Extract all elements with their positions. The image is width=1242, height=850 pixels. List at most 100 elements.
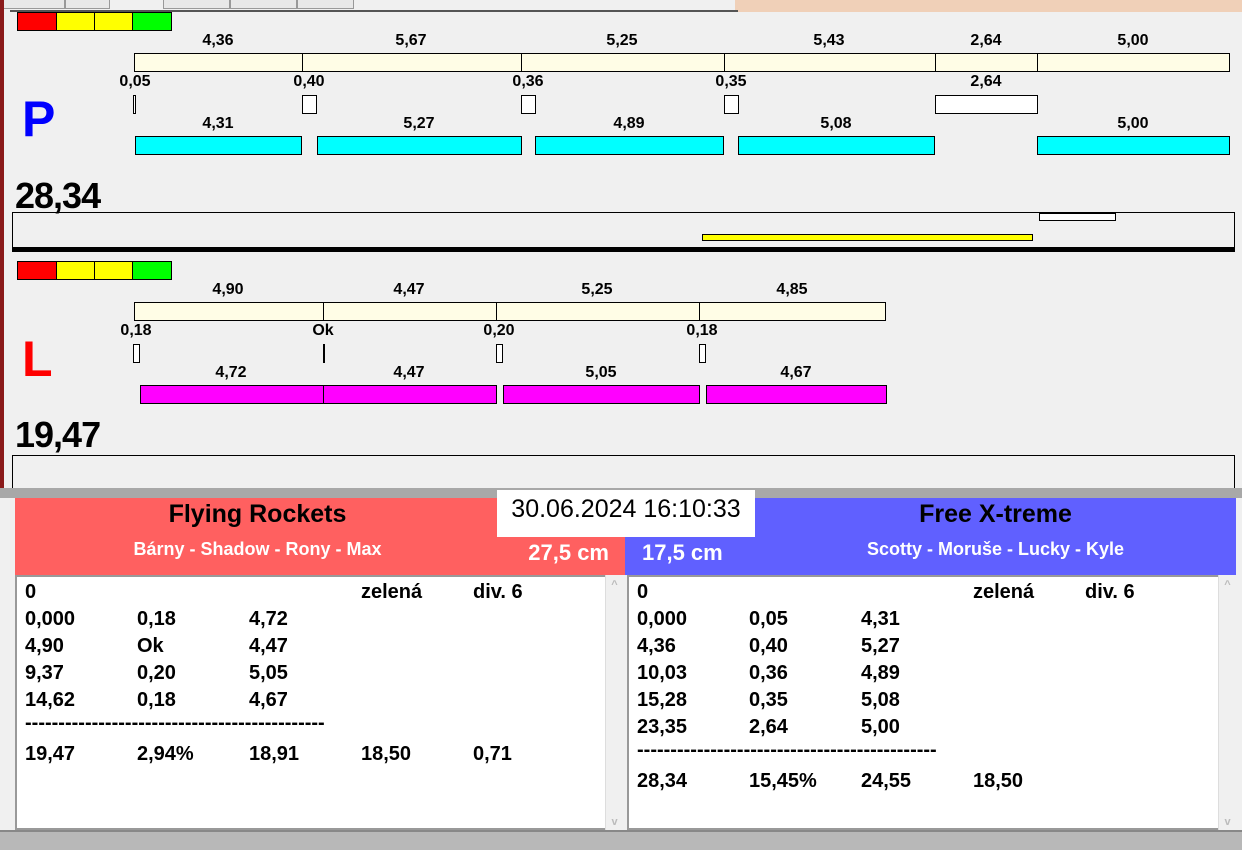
- p-top-segment: [134, 53, 303, 72]
- p-lane-letter: P: [22, 91, 56, 147]
- l-top-label: 5,25: [581, 281, 613, 298]
- result-cell: 18,91: [249, 743, 300, 765]
- l-gap-label: Ok: [312, 322, 334, 339]
- result-cell: 0,71: [473, 743, 512, 765]
- result-cell: 2,64: [749, 716, 788, 738]
- p-top-segment: [302, 53, 522, 72]
- result-cell: zelená: [973, 581, 1035, 603]
- result-cell: ----------------------------------------…: [25, 712, 325, 734]
- result-cell: 15,28: [637, 689, 688, 711]
- result-cell: 0,40: [749, 635, 788, 657]
- tab[interactable]: [65, 0, 110, 9]
- p-gap-box: [724, 95, 739, 114]
- p-top-label: 2,64: [970, 32, 1002, 49]
- result-cell: 0,05: [749, 608, 788, 630]
- result-cell: 4,47: [249, 635, 288, 657]
- result-cell: zelená: [361, 581, 423, 603]
- p-top-label: 5,00: [1117, 32, 1149, 49]
- tab[interactable]: [163, 0, 230, 9]
- result-cell: 28,34: [637, 770, 688, 792]
- result-cell: 5,05: [249, 662, 288, 684]
- l-run-bar: [503, 385, 700, 404]
- result-cell: 9,37: [25, 662, 64, 684]
- result-cell: Ok: [137, 635, 164, 657]
- result-cell: 5,00: [861, 716, 900, 738]
- result-cell: 4,90: [25, 635, 64, 657]
- result-cell: 23,35: [637, 716, 688, 738]
- result-cell: 0,000: [637, 608, 688, 630]
- p-bottom-label: 4,31: [202, 115, 234, 132]
- right-team-height: 17,5 cm: [642, 540, 723, 565]
- tab[interactable]: [230, 0, 297, 9]
- p-top-segment: [935, 53, 1038, 72]
- p-top-label: 5,25: [606, 32, 638, 49]
- left-team-height: 27,5 cm: [528, 540, 609, 565]
- result-cell: ----------------------------------------…: [637, 739, 937, 761]
- lane-divider: [12, 247, 1235, 252]
- l-gap-label: 0,18: [120, 322, 152, 339]
- l-bottom-label: 4,67: [780, 364, 812, 381]
- result-cell: 2,94%: [137, 743, 194, 765]
- p-gap-label: 0,40: [293, 73, 325, 90]
- p-gap-box: [133, 95, 136, 114]
- result-cell: 0: [25, 581, 37, 603]
- result-cell: 4,36: [637, 635, 676, 657]
- p-run-bar: [317, 136, 522, 155]
- p-top-segment: [1037, 53, 1230, 72]
- result-cell: 4,67: [249, 689, 288, 711]
- l-top-label: 4,90: [212, 281, 244, 298]
- result-cell: 14,62: [25, 689, 76, 711]
- left-team-members: Bárny - Shadow - Rony - Max: [133, 539, 382, 559]
- p-top-label: 5,67: [395, 32, 427, 49]
- p-gap-box: [521, 95, 536, 114]
- datetime: 30.06.2024 16:10:33: [497, 490, 755, 537]
- result-cell: 15,45%: [749, 770, 817, 792]
- p-run-bar: [535, 136, 724, 155]
- p-top-segment: [521, 53, 725, 72]
- header-strip: [735, 0, 1242, 12]
- l-gap-box: [699, 344, 706, 363]
- tab[interactable]: [0, 0, 65, 9]
- result-cell: 0,18: [137, 689, 176, 711]
- l-gap-box: [323, 344, 325, 363]
- l-run-bar: [706, 385, 887, 404]
- l-gap-label: 0,20: [483, 322, 515, 339]
- l-timeline-box: [12, 455, 1235, 489]
- result-cell: div. 6: [473, 581, 523, 603]
- l-top-label: 4,47: [393, 281, 425, 298]
- result-cell: 0,18: [137, 608, 176, 630]
- l-bottom-label: 4,47: [393, 364, 425, 381]
- p-gap-box: [935, 95, 1038, 114]
- p-gap-box: [302, 95, 317, 114]
- right-results-text[interactable]: 0 zelená div. 6 0,000 0,05 4,31 4,36 0,40 5,27 10…: [627, 575, 1218, 830]
- p-run-bar: [135, 136, 302, 155]
- tab[interactable]: [297, 0, 354, 9]
- right-scrollbar[interactable]: ^ v: [1218, 575, 1236, 830]
- p-bottom-label: 4,89: [613, 115, 645, 132]
- p-run-bar: [738, 136, 935, 155]
- p-top-segment: [724, 53, 936, 72]
- result-cell: 5,27: [861, 635, 900, 657]
- p-timeline-marker: [1039, 213, 1116, 221]
- result-cell: 5,08: [861, 689, 900, 711]
- left-results-text[interactable]: 0 zelená div. 6 0,000 0,18 4,72 4,90 Ok 4,47 9,37…: [15, 575, 607, 830]
- p-gap-label: 0,36: [512, 73, 544, 90]
- l-run-bar: [140, 385, 324, 404]
- l-top-segment: [496, 302, 700, 321]
- p-gap-label: 2,64: [970, 73, 1002, 90]
- result-cell: 4,89: [861, 662, 900, 684]
- result-cell: 10,03: [637, 662, 688, 684]
- right-team-name: Free X-treme: [919, 500, 1072, 528]
- left-scrollbar[interactable]: ^ v: [605, 575, 623, 830]
- l-lane-letter: L: [22, 331, 53, 387]
- l-top-segment: [699, 302, 886, 321]
- p-bottom-label: 5,27: [403, 115, 435, 132]
- p-gap-label: 0,05: [119, 73, 151, 90]
- status-bar: [0, 830, 1242, 850]
- l-top-label: 4,85: [776, 281, 808, 298]
- left-edge: [0, 0, 4, 490]
- result-cell: 4,72: [249, 608, 288, 630]
- result-cell: 0,20: [137, 662, 176, 684]
- l-run-bar: [323, 385, 497, 404]
- result-cell: 19,47: [25, 743, 76, 765]
